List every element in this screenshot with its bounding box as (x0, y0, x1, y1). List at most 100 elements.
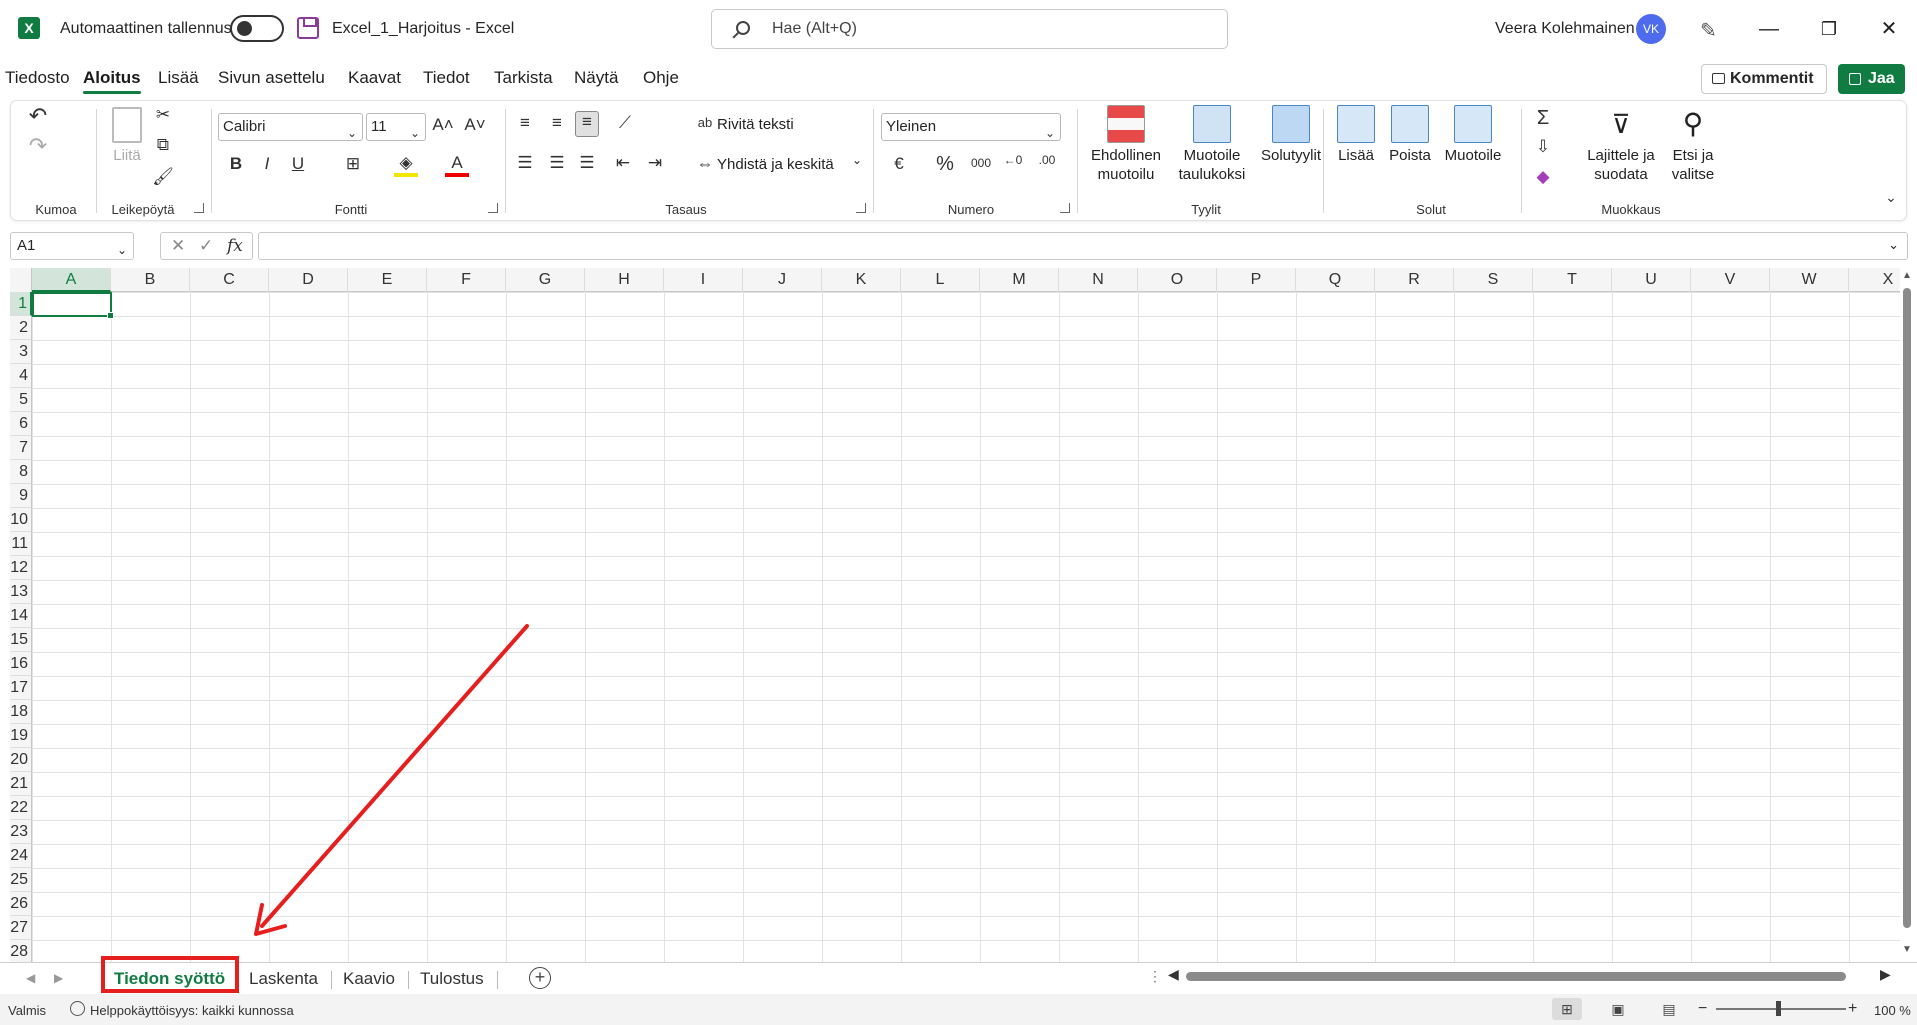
spreadsheet-grid[interactable]: ABCDEFGHIJKLMNOPQRSTUVWX 1 2 3 4 5 6 7 8 9 10 11 12… (10, 268, 1900, 962)
row-header-2[interactable]: 2 (10, 316, 32, 340)
column-header-n[interactable]: N (1059, 268, 1138, 292)
column-header-m[interactable]: M (980, 268, 1059, 292)
add-sheet-button[interactable]: + (529, 967, 551, 989)
format-painter-icon[interactable]: 🖌 (151, 167, 175, 187)
row-header-28[interactable]: 28 (10, 940, 32, 962)
row-header-17[interactable]: 17 (10, 676, 32, 700)
zoom-slider[interactable] (1716, 1008, 1846, 1010)
tab-sivun-asettelu[interactable]: Sivun asettelu (218, 68, 325, 88)
align-bottom-icon[interactable]: ≡ (575, 111, 599, 137)
sheet-tab-laskenta[interactable]: Laskenta (243, 967, 324, 991)
zoom-out-icon[interactable]: − (1698, 1000, 1707, 1018)
column-header-e[interactable]: E (348, 268, 427, 292)
column-header-v[interactable]: V (1691, 268, 1770, 292)
row-header-11[interactable]: 11 (10, 532, 32, 556)
column-header-p[interactable]: P (1217, 268, 1296, 292)
row-header-24[interactable]: 24 (10, 844, 32, 868)
share-button[interactable]: Jaa (1838, 64, 1905, 94)
tab-ohje[interactable]: Ohje (643, 68, 679, 88)
horizontal-scroll-thumb[interactable] (1186, 972, 1846, 981)
column-header-k[interactable]: K (822, 268, 901, 292)
copy-icon[interactable]: ⧉ (151, 135, 175, 155)
accessibility-status[interactable]: Helppokäyttöisyys: kaikki kunnossa (90, 1003, 294, 1018)
row-header-4[interactable]: 4 (10, 364, 32, 388)
column-header-u[interactable]: U (1612, 268, 1691, 292)
more-options-icon[interactable]: ⋮ (1148, 968, 1162, 985)
row-header-23[interactable]: 23 (10, 820, 32, 844)
font-size-select[interactable]: 11 ⌄ (366, 113, 426, 141)
scroll-left-icon[interactable]: ◀ (1168, 966, 1179, 983)
close-button[interactable]: ✕ (1874, 14, 1904, 44)
normal-view-icon[interactable]: ⊞ (1552, 998, 1582, 1020)
alignment-launcher-icon[interactable] (856, 203, 866, 213)
column-header-f[interactable]: F (427, 268, 506, 292)
font-color-icon[interactable]: A (445, 153, 469, 177)
user-name[interactable]: Veera Kolehmainen (1495, 20, 1635, 38)
delete-cells-button[interactable]: Poista (1383, 105, 1437, 165)
row-header-3[interactable]: 3 (10, 340, 32, 364)
save-icon[interactable] (297, 17, 319, 39)
scroll-right-icon[interactable]: ▶ (1880, 966, 1891, 983)
column-header-i[interactable]: I (664, 268, 743, 292)
row-header-26[interactable]: 26 (10, 892, 32, 916)
cancel-icon[interactable]: ✕ (171, 236, 185, 256)
tab-lisaa[interactable]: Lisää (158, 68, 199, 88)
align-right-icon[interactable]: ☰ (575, 153, 599, 173)
orientation-icon[interactable]: ⟋ (613, 113, 637, 133)
tab-tarkista[interactable]: Tarkista (494, 68, 553, 88)
column-header-x[interactable]: X (1849, 268, 1900, 292)
bold-button[interactable]: B (224, 154, 248, 174)
merge-center-button[interactable]: Yhdistä ja keskitä (717, 156, 834, 173)
increase-decimal-icon[interactable]: ←0 (1001, 153, 1025, 167)
row-header-18[interactable]: 18 (10, 700, 32, 724)
borders-icon[interactable]: ⊞ (341, 154, 365, 174)
column-header-w[interactable]: W (1770, 268, 1849, 292)
number-launcher-icon[interactable] (1060, 203, 1070, 213)
minimize-button[interactable]: — (1754, 14, 1784, 44)
format-as-table-button[interactable]: Muotoile taulukoksi (1171, 105, 1253, 184)
autosave-toggle[interactable] (230, 15, 284, 42)
pen-icon[interactable]: ✎ (1700, 18, 1724, 42)
column-header-g[interactable]: G (506, 268, 585, 292)
row-header-27[interactable]: 27 (10, 916, 32, 940)
name-box[interactable]: A1 ⌄ (10, 232, 134, 260)
collapse-ribbon-icon[interactable]: ⌄ (1879, 189, 1903, 206)
tab-aloitus[interactable]: Aloitus (83, 68, 141, 94)
increase-font-icon[interactable]: A˄ (431, 115, 455, 135)
sheet-tab-kaavio[interactable]: Kaavio (337, 967, 401, 991)
column-header-j[interactable]: J (743, 268, 822, 292)
scroll-up-icon[interactable]: ▲ (1900, 270, 1914, 281)
thousands-button[interactable]: 000 (966, 156, 996, 170)
conditional-formatting-button[interactable]: Ehdollinen muotoilu (1081, 105, 1171, 184)
font-name-select[interactable]: Calibri ⌄ (218, 113, 363, 141)
sheet-tab-tulostus[interactable]: Tulostus (414, 967, 490, 991)
row-header-19[interactable]: 19 (10, 724, 32, 748)
comments-button[interactable]: Kommentit (1701, 64, 1827, 94)
row-header-8[interactable]: 8 (10, 460, 32, 484)
align-left-icon[interactable]: ☰ (513, 153, 537, 173)
format-cells-button[interactable]: Muotoile (1439, 105, 1507, 165)
decrease-decimal-icon[interactable]: .00 (1035, 153, 1059, 167)
tab-tiedot[interactable]: Tiedot (423, 68, 470, 88)
column-header-o[interactable]: O (1138, 268, 1217, 292)
row-header-20[interactable]: 20 (10, 748, 32, 772)
row-header-15[interactable]: 15 (10, 628, 32, 652)
font-launcher-icon[interactable] (488, 203, 498, 213)
currency-icon[interactable]: € (887, 154, 911, 174)
prev-sheet-icon[interactable]: ◀ (26, 971, 35, 985)
column-header-s[interactable]: S (1454, 268, 1533, 292)
chevron-down-icon[interactable]: ⌄ (852, 153, 862, 167)
column-header-l[interactable]: L (901, 268, 980, 292)
next-sheet-icon[interactable]: ▶ (54, 971, 63, 985)
underline-button[interactable]: U (286, 154, 310, 174)
chevron-down-icon[interactable]: ⌄ (1888, 237, 1899, 253)
paste-button[interactable]: Liitä (103, 107, 151, 165)
row-header-25[interactable]: 25 (10, 868, 32, 892)
row-header-6[interactable]: 6 (10, 412, 32, 436)
decrease-indent-icon[interactable]: ⇤ (611, 153, 635, 173)
column-header-d[interactable]: D (269, 268, 348, 292)
column-header-t[interactable]: T (1533, 268, 1612, 292)
row-header-21[interactable]: 21 (10, 772, 32, 796)
percent-button[interactable]: % (933, 153, 957, 176)
select-all-corner[interactable] (10, 268, 32, 292)
